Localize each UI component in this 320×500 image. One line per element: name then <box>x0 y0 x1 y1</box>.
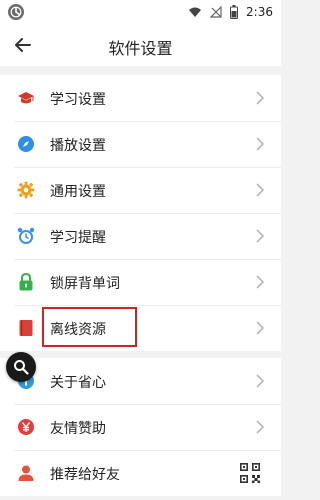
menu-item-study-settings[interactable]: 学习设置 <box>0 75 281 121</box>
chevron-right-icon <box>256 321 265 335</box>
battery-icon <box>230 5 239 19</box>
menu-item-recommend-friend[interactable]: 推荐给好友 <box>0 450 281 496</box>
menu-item-sponsor[interactable]: 友情赞助 <box>0 404 281 450</box>
page-title: 软件设置 <box>108 39 173 58</box>
chevron-right-icon <box>256 229 265 243</box>
menu-label: 友情赞助 <box>50 421 106 437</box>
book-icon <box>17 319 35 337</box>
status-bar: 2:36 <box>0 0 281 24</box>
graduation-cap-icon <box>17 89 35 107</box>
section-divider <box>0 66 281 75</box>
settings-menu-main: 学习设置 播放设置 通用设置 学习提醒 锁屏背单词 离线资源 <box>0 75 281 351</box>
wifi-icon <box>189 7 202 17</box>
chevron-right-icon <box>256 420 265 434</box>
menu-item-study-reminder[interactable]: 学习提醒 <box>0 213 281 259</box>
menu-item-lockscreen-vocab[interactable]: 锁屏背单词 <box>0 259 281 305</box>
menu-item-about[interactable]: 关于省心 <box>0 358 281 404</box>
menu-label: 通用设置 <box>50 184 106 200</box>
gear-icon <box>17 181 35 199</box>
magnifier-icon <box>14 360 29 375</box>
settings-menu-about: 关于省心 友情赞助 推荐给好友 <box>0 358 281 496</box>
chevron-right-icon <box>256 374 265 388</box>
menu-item-playback-settings[interactable]: 播放设置 <box>0 121 281 167</box>
lock-icon <box>17 273 35 291</box>
floating-search-button[interactable] <box>6 352 36 382</box>
yen-icon <box>17 418 35 436</box>
menu-label: 离线资源 <box>50 322 106 338</box>
chevron-right-icon <box>256 91 265 105</box>
status-time: 2:36 <box>246 5 273 19</box>
chevron-right-icon <box>256 183 265 197</box>
signal-off-icon <box>210 6 222 18</box>
menu-item-offline-resources[interactable]: 离线资源 <box>0 305 281 351</box>
app-status-icon <box>8 4 24 20</box>
app-header: 软件设置 <box>0 24 281 66</box>
compass-icon <box>17 135 35 153</box>
menu-label: 锁屏背单词 <box>50 276 120 292</box>
qr-code-icon[interactable] <box>239 462 261 484</box>
status-indicators: 2:36 <box>188 4 273 20</box>
menu-label: 学习提醒 <box>50 230 106 246</box>
chevron-right-icon <box>256 137 265 151</box>
menu-item-general-settings[interactable]: 通用设置 <box>0 167 281 213</box>
menu-label: 学习设置 <box>50 92 106 108</box>
menu-label: 推荐给好友 <box>50 467 120 483</box>
user-icon <box>17 464 35 482</box>
chevron-right-icon <box>256 275 265 289</box>
menu-label: 关于省心 <box>50 375 106 391</box>
menu-label: 播放设置 <box>50 138 106 154</box>
alarm-clock-icon <box>17 227 35 245</box>
